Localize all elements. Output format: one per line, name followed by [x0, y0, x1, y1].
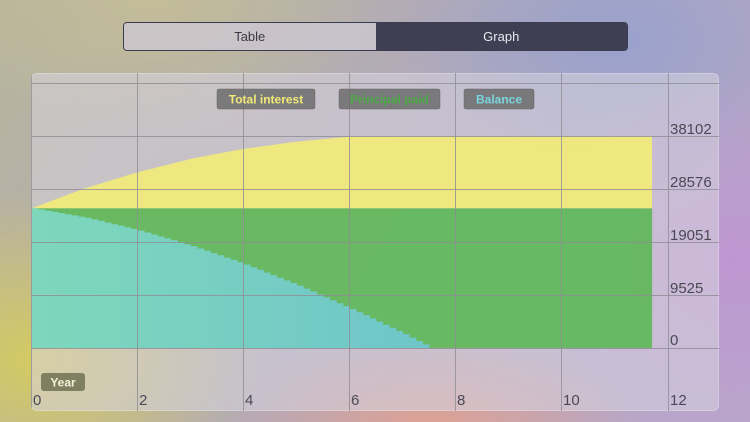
chart-canvas: 0 9525 19051 28576 38102 0 2 4 6 8 10 12 Year Total i… [31, 73, 719, 411]
y-tick-label: 9525 [670, 280, 703, 297]
x-tick-label: 2 [139, 392, 147, 409]
total-interest-area [32, 136, 653, 209]
legend-label: Total interest [229, 93, 303, 107]
legend-label: Principal paid [350, 93, 429, 107]
xlabel-year: Year [50, 376, 76, 390]
tab-graph[interactable]: Graph [375, 23, 627, 50]
x-tick-label: 0 [33, 392, 41, 409]
x-tick-label: 8 [457, 392, 465, 409]
legend-label: Balance [476, 93, 522, 107]
y-tick-label: 38102 [670, 121, 712, 138]
tab-graph-label: Graph [483, 29, 520, 44]
y-tick-label: 0 [670, 332, 678, 349]
tab-table[interactable]: Table [124, 23, 376, 50]
y-tick-label: 19051 [670, 227, 712, 244]
x-tick-label: 6 [351, 392, 359, 409]
y-tick-label: 28576 [670, 174, 712, 191]
x-tick-label: 10 [563, 392, 580, 409]
x-tick-label: 12 [670, 392, 687, 409]
tab-table-label: Table [234, 29, 266, 44]
view-segmented-control: Table Graph [123, 22, 628, 51]
loan-chart: 0 9525 19051 28576 38102 0 2 4 6 8 10 12 Year Total i… [31, 73, 719, 411]
x-tick-label: 4 [245, 392, 253, 409]
